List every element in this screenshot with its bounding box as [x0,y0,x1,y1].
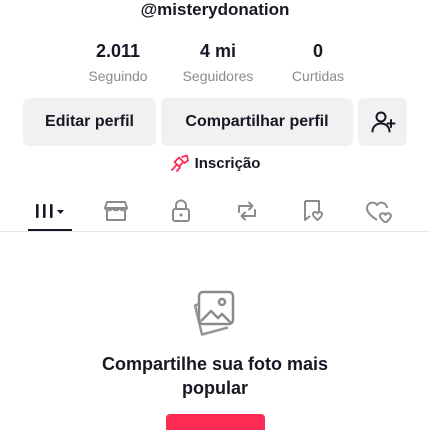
shop-icon [104,201,128,221]
stat-likes[interactable]: 0 Curtidas [268,40,368,86]
following-count: 2.011 [95,41,141,61]
subscription-link[interactable]: Inscrição [0,154,430,172]
tab-private[interactable] [159,192,203,230]
empty-state-action-button[interactable] [166,414,265,430]
subscription-icon [170,154,189,172]
repost-icon [238,201,256,221]
tab-reposts[interactable] [225,192,269,230]
tab-videos[interactable] [28,192,72,230]
profile-username: @misterydonation [140,0,290,19]
lock-icon [172,199,190,222]
liked-icon [366,201,392,223]
tab-shop[interactable] [94,192,138,230]
likes-label: Curtidas [291,68,345,84]
share-profile-button[interactable]: Compartilhar perfil [161,98,353,146]
person-plus-icon [371,111,395,133]
followers-label: Seguidores [182,68,254,84]
followers-count: 4 mi [199,41,237,61]
grid-icon [36,204,64,218]
following-label: Seguindo [88,68,148,84]
stat-following[interactable]: 2.011 Seguindo [68,40,168,86]
add-friend-button[interactable] [358,98,407,146]
favorites-icon [304,200,324,221]
edit-profile-button[interactable]: Editar perfil [23,98,156,146]
tab-liked[interactable] [357,192,401,230]
tab-favorites[interactable] [291,192,335,230]
stat-followers[interactable]: 4 mi Seguidores [168,40,268,86]
likes-count: 0 [312,41,323,61]
empty-state-line-2: popular [182,378,248,398]
empty-state-icon-wrap [190,289,240,339]
active-tab-indicator [28,229,72,231]
empty-state-line-1: Compartilhe sua foto mais [101,354,329,374]
profile-tabs [0,192,430,232]
empty-state-message: Compartilhe sua foto mais popular [0,352,430,400]
subscription-label: Inscrição [194,154,261,172]
photo-icon [193,290,235,336]
profile-stats: 2.011 Seguindo 4 mi Seguidores 0 Curtida… [68,40,368,86]
